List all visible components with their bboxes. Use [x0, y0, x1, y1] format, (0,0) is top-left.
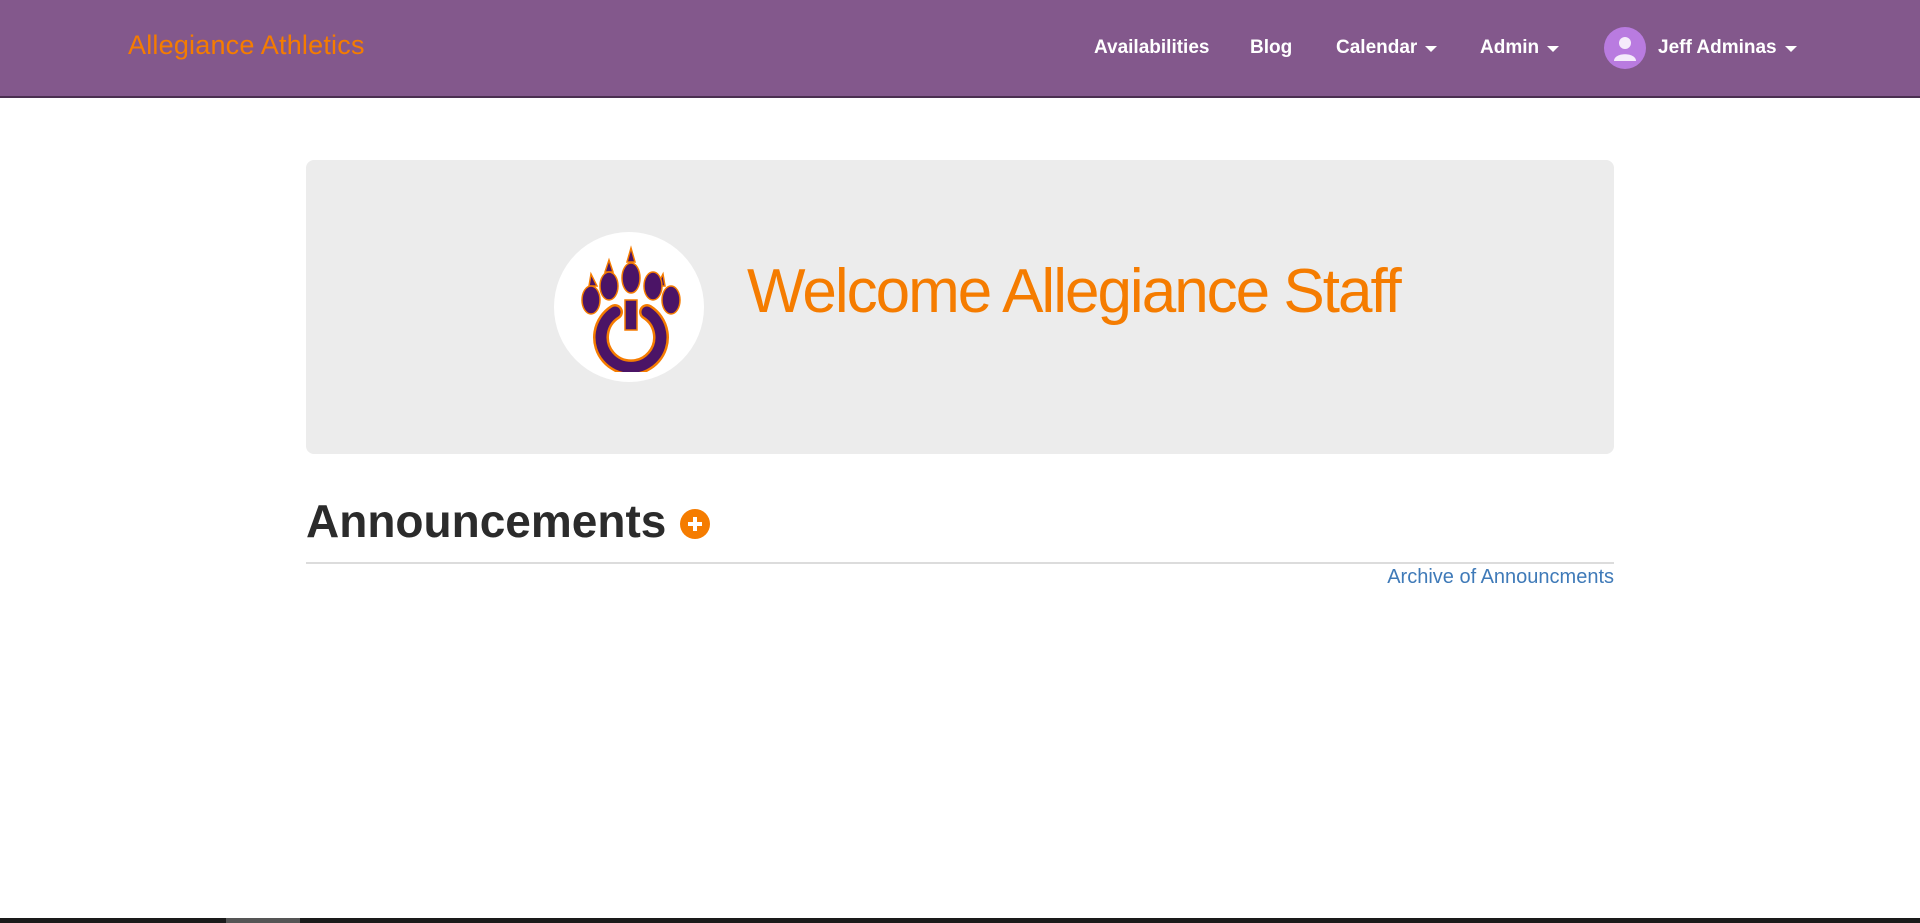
nav-blog[interactable]: Blog	[1250, 0, 1292, 96]
top-navbar: Allegiance Athletics Availabilities Blog…	[0, 0, 1920, 98]
announcements-divider	[306, 562, 1614, 564]
nav-admin[interactable]: Admin	[1480, 0, 1560, 96]
nav-calendar-toggle[interactable]: Calendar	[1336, 37, 1438, 59]
user-avatar-icon	[1604, 27, 1646, 69]
welcome-heading: Welcome Allegiance Staff	[747, 257, 1402, 326]
chevron-down-icon	[1784, 46, 1797, 52]
nav-calendar[interactable]: Calendar	[1336, 0, 1438, 96]
paw-power-logo	[554, 232, 704, 382]
user-menu-toggle[interactable]: Jeff Adminas	[1604, 27, 1797, 69]
nav-user-menu[interactable]: Jeff Adminas	[1604, 0, 1797, 96]
nav-availabilities[interactable]: Availabilities	[1094, 0, 1209, 96]
chevron-down-icon	[1425, 46, 1438, 52]
user-name-label: Jeff Adminas	[1658, 37, 1777, 58]
nav-blog-label[interactable]: Blog	[1250, 37, 1292, 59]
archive-announcements-link[interactable]: Archive of Announcments	[1387, 566, 1614, 589]
nav-admin-toggle[interactable]: Admin	[1480, 37, 1560, 59]
scrollbar-thumb[interactable]	[226, 918, 300, 923]
announcements-header: Announcements	[306, 494, 711, 548]
chevron-down-icon	[1547, 46, 1560, 52]
nav-availabilities-label[interactable]: Availabilities	[1094, 37, 1209, 59]
welcome-jumbotron: Welcome Allegiance Staff	[306, 160, 1614, 454]
brand-link[interactable]: Allegiance Athletics	[128, 30, 365, 61]
announcements-title: Announcements	[306, 495, 667, 547]
nav-admin-label: Admin	[1480, 37, 1540, 58]
plus-circle-icon[interactable]	[680, 509, 711, 539]
nav-calendar-label: Calendar	[1336, 37, 1418, 58]
